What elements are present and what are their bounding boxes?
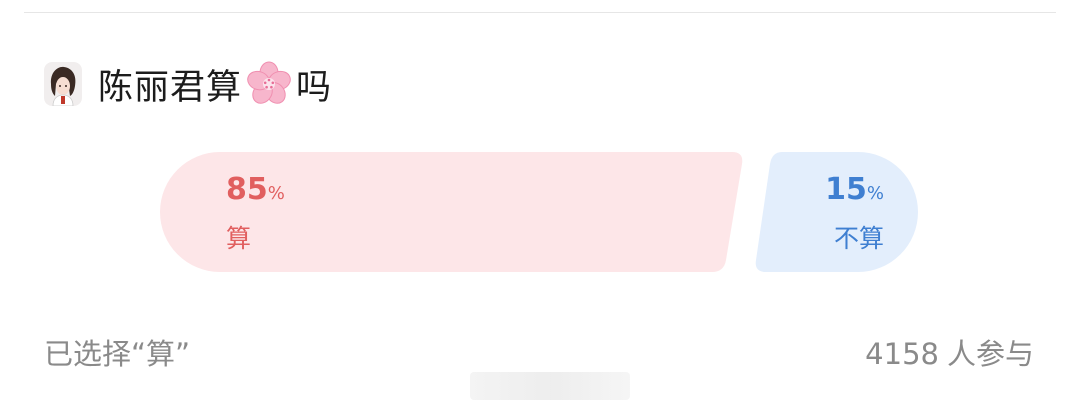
- poll-card: 陈丽君算 吗 85% 算 15% 不算 已选择“算” 4158 人参与: [0, 0, 1080, 412]
- poll-result: 85% 算 15% 不算: [160, 150, 920, 274]
- option-yes-label: 85% 算: [226, 172, 285, 255]
- bottom-placeholder: [470, 372, 630, 400]
- selected-choice-text: 已选择“算”: [44, 337, 191, 371]
- title-text: 陈丽君算: [98, 67, 243, 108]
- option-no-name: 不算: [833, 224, 884, 253]
- avatar[interactable]: [44, 62, 82, 106]
- post-header: 陈丽君算 吗: [44, 58, 332, 110]
- top-divider: [24, 12, 1056, 13]
- cherry-blossom-icon: [244, 59, 294, 109]
- participants-suffix: 人参与: [946, 337, 1034, 371]
- title-suffix: 吗: [296, 67, 333, 108]
- participants-count: 4158 人参与: [865, 331, 1034, 373]
- option-no-label: 15% 不算: [825, 172, 884, 255]
- participants-number: 4158: [865, 337, 939, 371]
- option-yes-name: 算: [226, 224, 252, 253]
- option-yes-percent: 85%: [226, 172, 285, 207]
- post-title: 陈丽君算 吗: [98, 59, 332, 110]
- option-no-percent: 15%: [825, 172, 884, 207]
